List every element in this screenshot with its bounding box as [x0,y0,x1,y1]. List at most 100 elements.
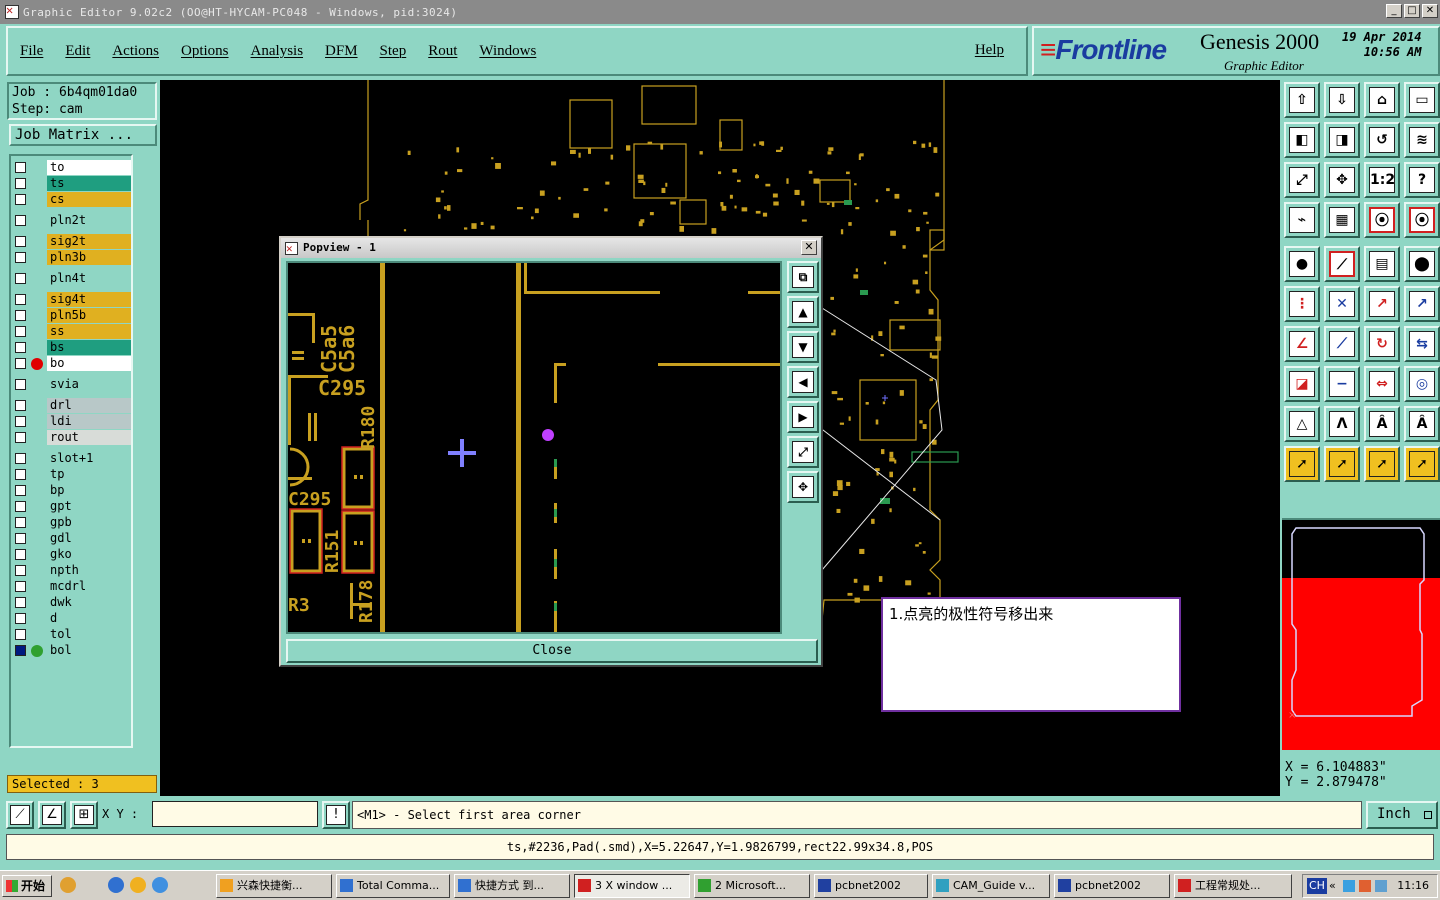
tray-chevron-icon[interactable]: « [1329,875,1336,897]
query-tool-button[interactable]: ? [1404,162,1440,198]
layer-row-ldi[interactable]: ldi [13,414,131,429]
center-tool-button[interactable]: ✥ [1324,162,1360,198]
menu-rout[interactable]: Rout [416,43,467,60]
layer-name[interactable]: gdl [47,531,131,546]
layer-checkbox[interactable] [15,236,26,247]
mirror-tool-button[interactable]: ⇆ [1404,326,1440,362]
layer-checkbox[interactable] [15,533,26,544]
measure-tool-button[interactable]: ∠ [38,801,66,829]
info-button[interactable]: ! [322,801,350,829]
layer-checkbox[interactable] [15,252,26,263]
layer-checkbox[interactable] [15,215,26,226]
resize-tool-button[interactable]: ⇔ [1364,366,1400,402]
layer-checkbox[interactable] [15,613,26,624]
move-tool-button[interactable]: ↗ [1364,286,1400,322]
layer-row-mcdrl[interactable]: mcdrl [13,579,131,594]
grid-tool-button[interactable]: ▦ [1324,202,1360,238]
ruler-tool-button[interactable]: ▤ [1364,246,1400,282]
zoom-home-tool-button[interactable]: ▭ [1404,82,1440,118]
language-indicator[interactable]: CH [1307,878,1327,894]
popview-titlebar[interactable]: Popview - 1 ✕ [281,238,821,259]
layer-row-tp[interactable]: tp [13,467,131,482]
select-pad-tool-button[interactable]: ⬤ [1404,246,1440,282]
snap-pad-tool-button[interactable]: ◪ [1284,366,1320,402]
layer-name[interactable]: ss [47,324,131,339]
layer-row-gpt[interactable]: gpt [13,499,131,514]
menu-options[interactable]: Options [169,43,239,60]
layers-a-tool-button[interactable]: ⦿ [1364,202,1400,238]
layer-row-svia[interactable]: svia [13,377,131,392]
taskbar-task-1[interactable]: Total Comma... [336,874,450,898]
connect-tool-button[interactable]: ⋮ [1284,286,1320,322]
pan-right-tool-button[interactable]: ◨ [1324,122,1360,158]
layer-name[interactable]: dwk [47,595,131,610]
layer-name[interactable]: ts [47,176,131,191]
slash-tool-button[interactable]: ⟋ [1324,326,1360,362]
layer-checkbox[interactable] [15,416,26,427]
layer-row-bol[interactable]: bol [13,643,131,658]
snap-tool-button[interactable]: ⌁ [1284,202,1320,238]
layer-row-rout[interactable]: rout [13,430,131,445]
undo-tool-button[interactable]: ↺ [1364,122,1400,158]
menu-windows[interactable]: Windows [467,43,546,60]
pan-left-tool-button[interactable]: ◧ [1284,122,1320,158]
layer-name[interactable]: rout [47,430,131,445]
popview-canvas[interactable]: C5a5 C5a6 C295 R180 C295 R151 R178 R3 [286,261,782,634]
layer-name[interactable]: cs [47,192,131,207]
pointer-b-tool-button[interactable]: ➚ [1364,446,1400,482]
layer-row-sig2t[interactable]: sig2t [13,234,131,249]
popview-pan-left-button[interactable]: ◀ [787,366,819,398]
taskbar-task-0[interactable]: 兴森快捷衡... [216,874,332,898]
layer-checkbox[interactable] [15,565,26,576]
popview-pan-up-button[interactable]: ▲ [787,296,819,328]
layer-checkbox[interactable] [15,194,26,205]
quicklaunch-browser-icon[interactable] [152,877,168,893]
add-line-tool-button[interactable]: ⟋ [1324,246,1360,282]
layer-row-npth[interactable]: npth [13,563,131,578]
layer-checkbox[interactable] [15,432,26,443]
layer-name[interactable]: d [47,611,131,626]
taskbar-task-3[interactable]: 3 X window ... [574,874,690,898]
layer-row-sig4t[interactable]: sig4t [13,292,131,307]
poly-d-tool-button[interactable]: Â [1404,406,1440,442]
layer-name[interactable]: bs [47,340,131,355]
layer-row-bo[interactable]: bo [13,356,131,371]
add-pad-tool-button[interactable]: ● [1284,246,1320,282]
snap-tool-button[interactable]: ⟋ [6,801,34,829]
layer-row-tol[interactable]: tol [13,627,131,642]
layer-row-pln2t[interactable]: pln2t [13,213,131,228]
layer-checkbox[interactable] [15,597,26,608]
layer-row-slot-1[interactable]: slot+1 [13,451,131,466]
layer-row-to[interactable]: to [13,160,131,175]
taskbar-task-8[interactable]: 工程常规处... [1174,874,1292,898]
overview-map[interactable]: × [1282,518,1440,750]
angle-tool-button[interactable]: ∠ [1284,326,1320,362]
layer-name[interactable]: gpt [47,499,131,514]
layer-row-ts[interactable]: ts [13,176,131,191]
layer-name[interactable]: bol [47,643,131,658]
layer-name[interactable]: tp [47,467,131,482]
tray-network-icon[interactable] [1343,880,1355,892]
layer-checkbox[interactable] [15,517,26,528]
layer-name[interactable]: pln5b [47,308,131,323]
fit-tool-button[interactable]: ⤢ [1284,162,1320,198]
layer-checkbox[interactable] [15,629,26,640]
tray-app-icon[interactable] [1359,880,1371,892]
menu-edit[interactable]: Edit [53,43,100,60]
layer-row-pln4t[interactable]: pln4t [13,271,131,286]
layer-checkbox[interactable] [15,549,26,560]
scale-tool-button[interactable]: 1:2 [1364,162,1400,198]
quicklaunch-ie-icon[interactable] [108,877,124,893]
taskbar-task-7[interactable]: pcbnet2002 [1054,874,1170,898]
layer-name[interactable]: sig2t [47,234,131,249]
tray-volume-icon[interactable] [1375,880,1387,892]
menu-actions[interactable]: Actions [100,43,169,60]
taskbar-task-4[interactable]: 2 Microsoft... [694,874,810,898]
quicklaunch-folder-icon[interactable] [130,877,146,893]
layers-b-tool-button[interactable]: ⦿ [1404,202,1440,238]
popview-close-x-button[interactable]: ✕ [801,240,817,255]
pointer-tool-button[interactable]: ➚ [1284,446,1320,482]
layer-row-cs[interactable]: cs [13,192,131,207]
save-tool-button[interactable]: ⇩ [1324,82,1360,118]
menu-analysis[interactable]: Analysis [239,43,314,60]
